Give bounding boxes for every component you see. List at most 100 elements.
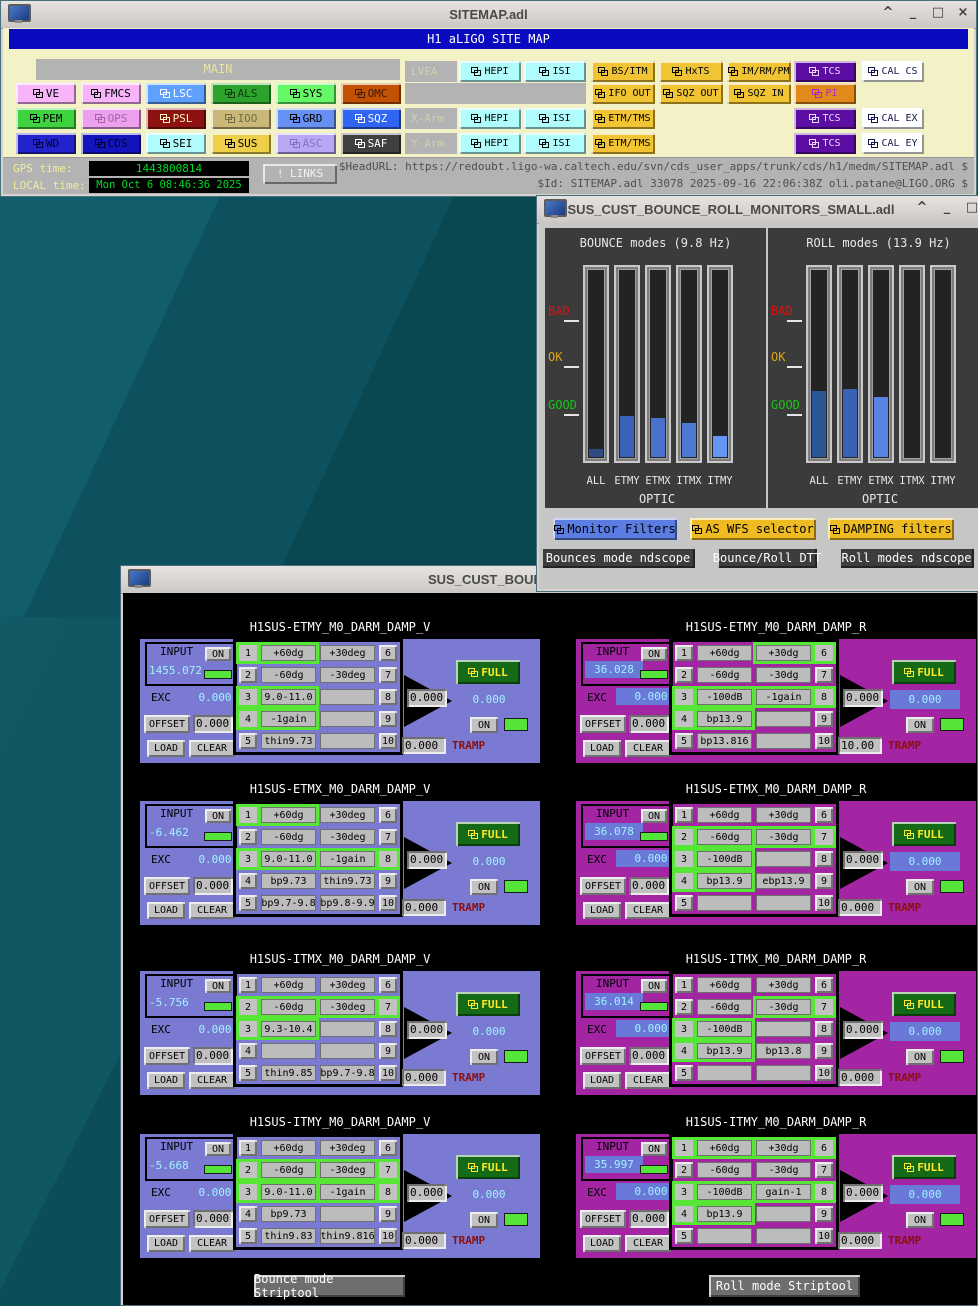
filter-index-button[interactable]: 8 <box>379 1021 397 1037</box>
filter-cell[interactable] <box>756 1206 811 1222</box>
full-button[interactable]: FULL <box>456 660 520 684</box>
offset-field[interactable]: 0.000 <box>629 715 669 733</box>
filter-cell[interactable]: bp13.9 <box>697 1043 752 1059</box>
filter-index-button[interactable]: 3 <box>675 1184 693 1200</box>
maximize-button[interactable]: □ <box>931 5 945 20</box>
filter-index-button[interactable]: 2 <box>675 667 693 683</box>
filter-index-button[interactable]: 4 <box>675 711 693 727</box>
filter-cell[interactable]: bp13.9 <box>697 873 752 889</box>
filter-index-button[interactable]: 10 <box>815 895 833 911</box>
filter-index-button[interactable]: 5 <box>239 733 257 749</box>
filter-index-button[interactable]: 5 <box>239 1065 257 1081</box>
clear-button[interactable]: CLEAR <box>189 1072 235 1089</box>
full-button[interactable]: FULL <box>892 660 956 684</box>
filter-index-button[interactable]: 9 <box>815 711 833 727</box>
filter-index-button[interactable]: 7 <box>379 667 397 683</box>
tramp-field[interactable]: 0.000 <box>402 899 446 916</box>
filter-index-button[interactable]: 9 <box>815 1043 833 1059</box>
filter-cell[interactable]: -30dg <box>756 999 811 1015</box>
filter-cell[interactable]: -30deg <box>320 667 375 683</box>
sitemap-button-pi[interactable]: PI <box>794 83 856 104</box>
filter-index-button[interactable]: 3 <box>239 1021 257 1037</box>
shade-button[interactable]: ^ <box>881 5 895 20</box>
filter-index-button[interactable]: 2 <box>675 1162 693 1178</box>
sitemap-button-lsc[interactable]: LSC <box>146 83 206 104</box>
offset-button[interactable]: OFFSET <box>580 1210 626 1228</box>
sitemap-button-psl[interactable]: PSL <box>146 108 206 129</box>
input-on-button[interactable]: ON <box>641 1142 667 1156</box>
filter-cell[interactable] <box>697 1065 752 1081</box>
filter-cell[interactable]: -60dg <box>697 667 752 683</box>
tramp-field[interactable]: 10.00 <box>838 737 882 754</box>
filter-cell[interactable]: +30deg <box>320 645 375 661</box>
filter-index-button[interactable]: 4 <box>239 711 257 727</box>
offset-field[interactable]: 0.000 <box>629 877 669 895</box>
clear-button[interactable]: CLEAR <box>625 740 671 757</box>
filter-index-button[interactable]: 6 <box>815 645 833 661</box>
minimize-button[interactable]: _ <box>906 5 920 20</box>
filter-index-button[interactable]: 10 <box>815 733 833 749</box>
filter-cell[interactable]: +60dg <box>697 977 752 993</box>
offset-field[interactable]: 0.000 <box>629 1210 669 1228</box>
filter-cell[interactable]: -60dg <box>697 1162 752 1178</box>
output-on-button[interactable]: ON <box>470 879 498 895</box>
filter-index-button[interactable]: 8 <box>815 1184 833 1200</box>
sitemap-button-ifo-out[interactable]: IFO OUT <box>591 83 655 104</box>
offset-button[interactable]: OFFSET <box>580 715 626 733</box>
sitemap-button-tcs[interactable]: TCS <box>794 61 856 82</box>
filter-index-button[interactable]: 8 <box>815 851 833 867</box>
filter-cell[interactable]: +60dg <box>261 645 316 661</box>
filter-cell[interactable] <box>697 1228 752 1244</box>
full-button[interactable]: FULL <box>456 822 520 846</box>
filter-index-button[interactable]: 9 <box>379 1043 397 1059</box>
filter-cell[interactable] <box>320 733 375 749</box>
filter-index-button[interactable]: 4 <box>675 1043 693 1059</box>
tramp-field[interactable]: 0.000 <box>402 737 446 754</box>
filter-cell[interactable]: -1gain <box>320 1184 375 1200</box>
gain-field[interactable]: 0.000 <box>843 1021 883 1039</box>
sitemap-button-ve[interactable]: VE <box>16 83 76 104</box>
filter-index-button[interactable]: 1 <box>239 807 257 823</box>
filter-cell[interactable]: -60dg <box>697 999 752 1015</box>
sitemap-button-hepi[interactable]: HEPI <box>459 61 521 82</box>
tramp-field[interactable]: 0.000 <box>838 1069 882 1086</box>
sitemap-button-hepi[interactable]: HEPI <box>459 108 521 129</box>
filter-cell[interactable]: -60dg <box>697 829 752 845</box>
filter-cell[interactable]: bp13.9 <box>697 711 752 727</box>
input-on-button[interactable]: ON <box>641 647 667 661</box>
filter-cell[interactable]: +30deg <box>320 977 375 993</box>
filter-cell[interactable]: -1gain <box>756 689 811 705</box>
filter-index-button[interactable]: 9 <box>379 1206 397 1222</box>
filter-index-button[interactable]: 10 <box>379 1065 397 1081</box>
filter-cell[interactable]: thin9.83 <box>261 1228 316 1244</box>
clear-button[interactable]: CLEAR <box>625 1072 671 1089</box>
filter-index-button[interactable]: 2 <box>239 999 257 1015</box>
sitemap-button-als[interactable]: ALS <box>211 83 271 104</box>
sitemap-button-etm-tms[interactable]: ETM/TMS <box>591 108 655 129</box>
sitemap-button-wd[interactable]: WD <box>16 133 76 154</box>
sitemap-button-omc[interactable]: OMC <box>341 83 401 104</box>
tramp-field[interactable]: 0.000 <box>402 1069 446 1086</box>
sitemap-button-tcs[interactable]: TCS <box>794 133 856 154</box>
filter-cell[interactable]: +60dg <box>697 645 752 661</box>
filter-index-button[interactable]: 7 <box>815 1162 833 1178</box>
filter-cell[interactable]: -30dg <box>756 667 811 683</box>
offset-button[interactable]: OFFSET <box>144 1210 190 1228</box>
sitemap-button-hepi[interactable]: HEPI <box>459 133 521 154</box>
filter-cell[interactable] <box>756 1228 811 1244</box>
filter-cell[interactable] <box>320 1021 375 1037</box>
gain-field[interactable]: 0.000 <box>407 1184 447 1202</box>
filter-cell[interactable] <box>320 1206 375 1222</box>
gain-field[interactable]: 0.000 <box>407 851 447 869</box>
filter-index-button[interactable]: 3 <box>675 1021 693 1037</box>
gain-field[interactable]: 0.000 <box>843 1184 883 1202</box>
filter-index-button[interactable]: 9 <box>815 873 833 889</box>
full-button[interactable]: FULL <box>892 1155 956 1179</box>
filter-cell[interactable]: -100dB <box>697 1021 752 1037</box>
input-on-button[interactable]: ON <box>641 979 667 993</box>
filter-index-button[interactable]: 5 <box>675 1065 693 1081</box>
filter-cell[interactable]: bp9.8-9.9 <box>320 895 375 911</box>
minimize-button[interactable]: _ <box>940 200 954 215</box>
filter-cell[interactable]: -60dg <box>261 999 316 1015</box>
filter-cell[interactable]: +30dg <box>756 1140 811 1156</box>
